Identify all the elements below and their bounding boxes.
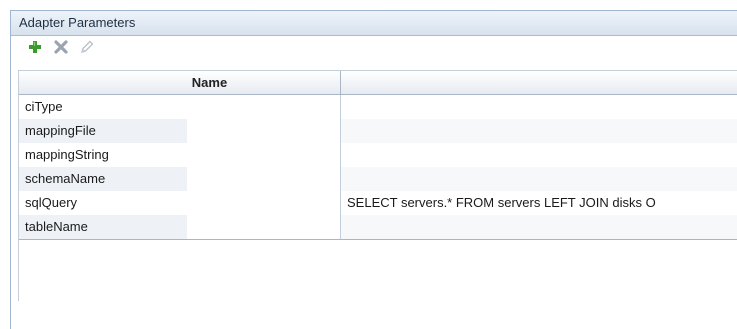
toolbar	[25, 33, 737, 61]
adapter-parameters-panel: Adapter Parameters Name ciType mappingFi…	[10, 10, 737, 329]
param-name-cell: tableName	[19, 215, 341, 239]
table-row[interactable]: ciType	[19, 95, 737, 119]
add-button[interactable]	[25, 37, 45, 57]
param-value-cell[interactable]	[341, 119, 737, 143]
param-name-cell: mappingString	[19, 143, 341, 167]
delete-button[interactable]	[51, 37, 71, 57]
plus-icon	[29, 41, 41, 53]
table-row[interactable]: tableName	[19, 215, 737, 240]
param-name-cell: schemaName	[19, 167, 341, 191]
delete-icon	[54, 40, 68, 54]
param-value-cell[interactable]	[341, 167, 737, 191]
param-value-cell[interactable]	[341, 215, 737, 239]
edit-button[interactable]	[77, 37, 97, 57]
param-value-cell[interactable]: SELECT servers.* FROM servers LEFT JOIN …	[341, 191, 737, 215]
column-header-value[interactable]	[341, 71, 737, 94]
param-value-cell[interactable]	[341, 143, 737, 167]
table-row[interactable]: mappingFile	[19, 119, 737, 143]
table-row[interactable]: schemaName	[19, 167, 737, 191]
param-name-cell: ciType	[19, 95, 341, 119]
param-name-cell: sqlQuery	[19, 191, 341, 215]
pencil-icon	[81, 40, 94, 53]
parameters-table: Name ciType mappingFile mappingString sc…	[18, 70, 737, 301]
column-header-name[interactable]: Name	[19, 71, 341, 94]
param-value-cell[interactable]	[341, 95, 737, 119]
param-name-cell: mappingFile	[19, 119, 341, 143]
table-header: Name	[19, 71, 737, 95]
table-row[interactable]: sqlQuery SELECT servers.* FROM servers L…	[19, 191, 737, 215]
table-row[interactable]: mappingString	[19, 143, 737, 167]
